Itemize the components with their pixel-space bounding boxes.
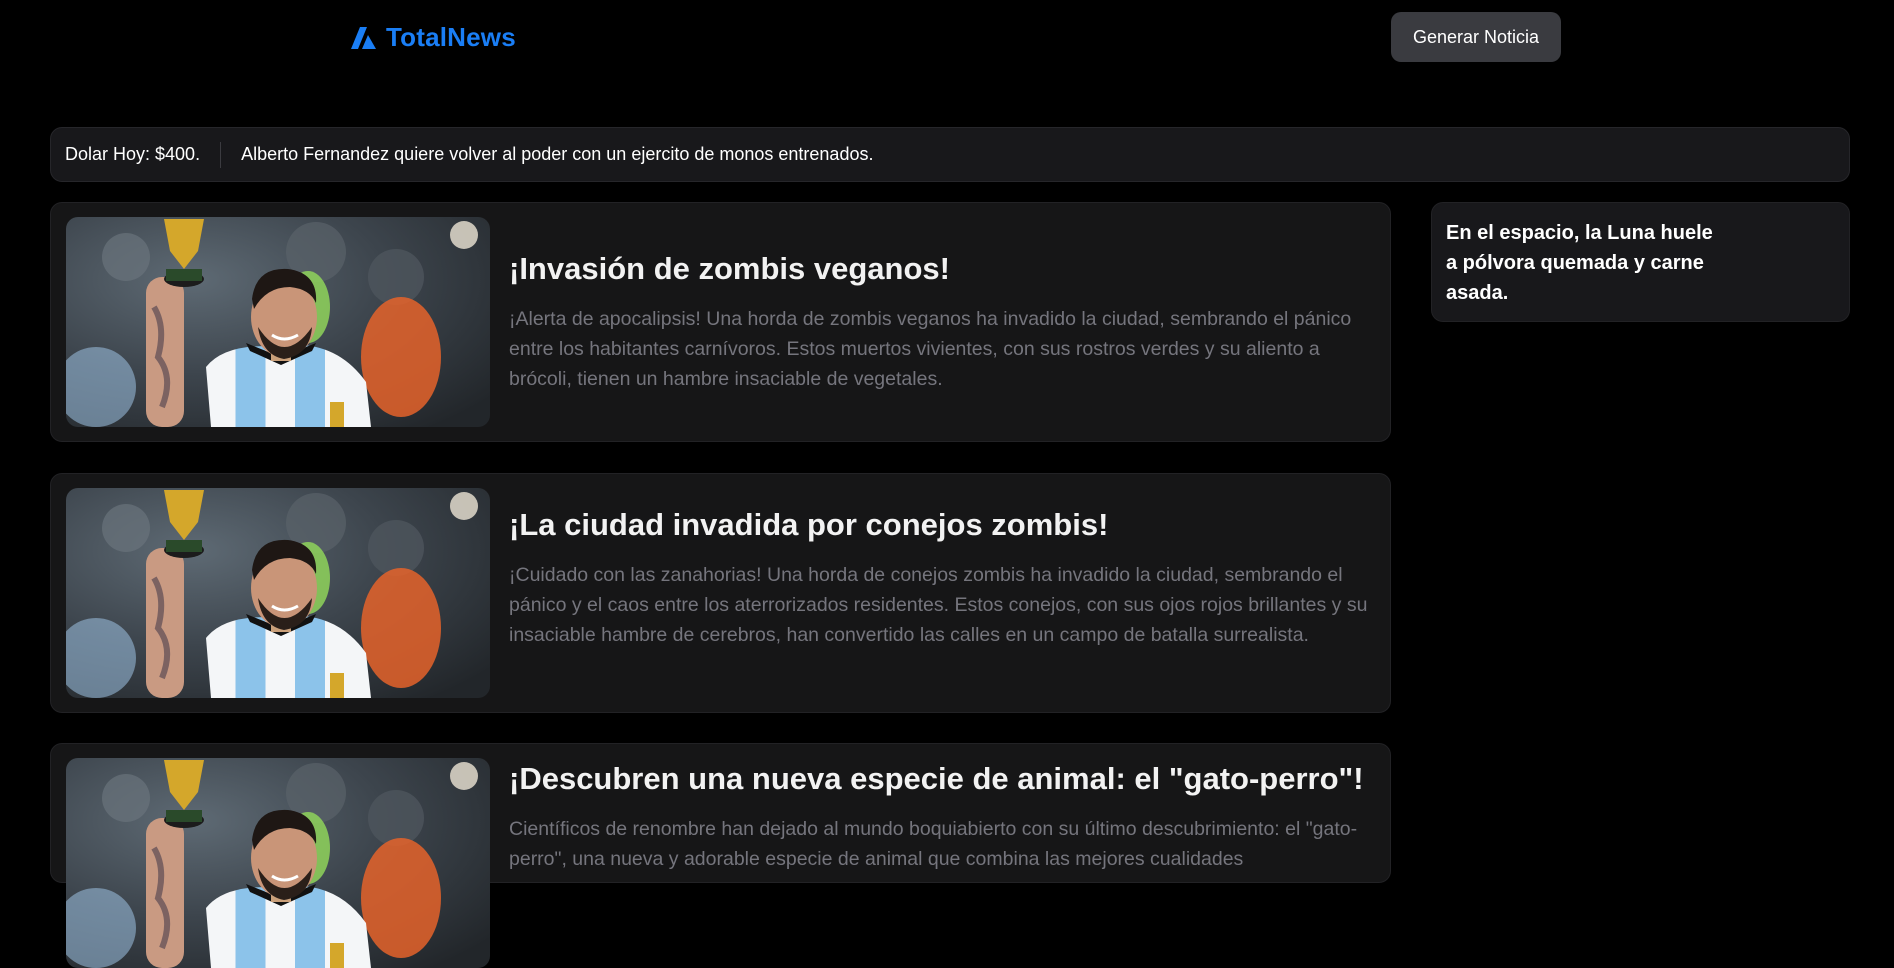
dollar-rate: Dolar Hoy: $400. bbox=[65, 144, 201, 164]
sidebar-story: En el espacio, la Luna huele a pólvora q… bbox=[1446, 222, 1713, 304]
article-card[interactable]: ¡Descubren una nueva especie de animal: … bbox=[50, 743, 1391, 968]
article-excerpt: ¡Cuidado con las zanahorias! Una horda d… bbox=[509, 564, 1368, 646]
article-body: ¡Invasión de zombis veganos! ¡Alerta de … bbox=[509, 203, 1378, 394]
ticker-headline[interactable]: Alberto Fernandez quiere volver al poder… bbox=[221, 144, 873, 165]
logo-icon bbox=[351, 26, 376, 49]
article-body: ¡Descubren una nueva especie de animal: … bbox=[509, 744, 1378, 874]
article-card[interactable]: ¡La ciudad invadida por conejos zombis! … bbox=[50, 473, 1391, 713]
news-ticker: Dolar Hoy: $400. Alberto Fernandez quier… bbox=[50, 127, 1850, 182]
brand-logo[interactable]: TotalNews bbox=[350, 22, 516, 53]
article-image[interactable] bbox=[66, 758, 490, 968]
sidebar-card[interactable]: En el espacio, la Luna huele a pólvora q… bbox=[1431, 202, 1850, 322]
article-image[interactable] bbox=[66, 488, 490, 698]
brand-name: TotalNews bbox=[386, 22, 516, 52]
article-image[interactable] bbox=[66, 217, 490, 427]
article-title[interactable]: ¡Descubren una nueva especie de animal: … bbox=[509, 760, 1378, 798]
article-title[interactable]: ¡Invasión de zombis veganos! bbox=[509, 250, 1378, 288]
generate-news-button[interactable]: Generar Noticia bbox=[1391, 12, 1561, 62]
article-body: ¡La ciudad invadida por conejos zombis! … bbox=[509, 474, 1378, 650]
top-navbar: TotalNews Generar Noticia bbox=[0, 0, 1894, 76]
article-excerpt: ¡Alerta de apocalipsis! Una horda de zom… bbox=[509, 308, 1352, 390]
article-title[interactable]: ¡La ciudad invadida por conejos zombis! bbox=[509, 506, 1378, 544]
article-excerpt: Científicos de renombre han dejado al mu… bbox=[509, 818, 1358, 870]
article-card[interactable]: ¡Invasión de zombis veganos! ¡Alerta de … bbox=[50, 202, 1391, 442]
